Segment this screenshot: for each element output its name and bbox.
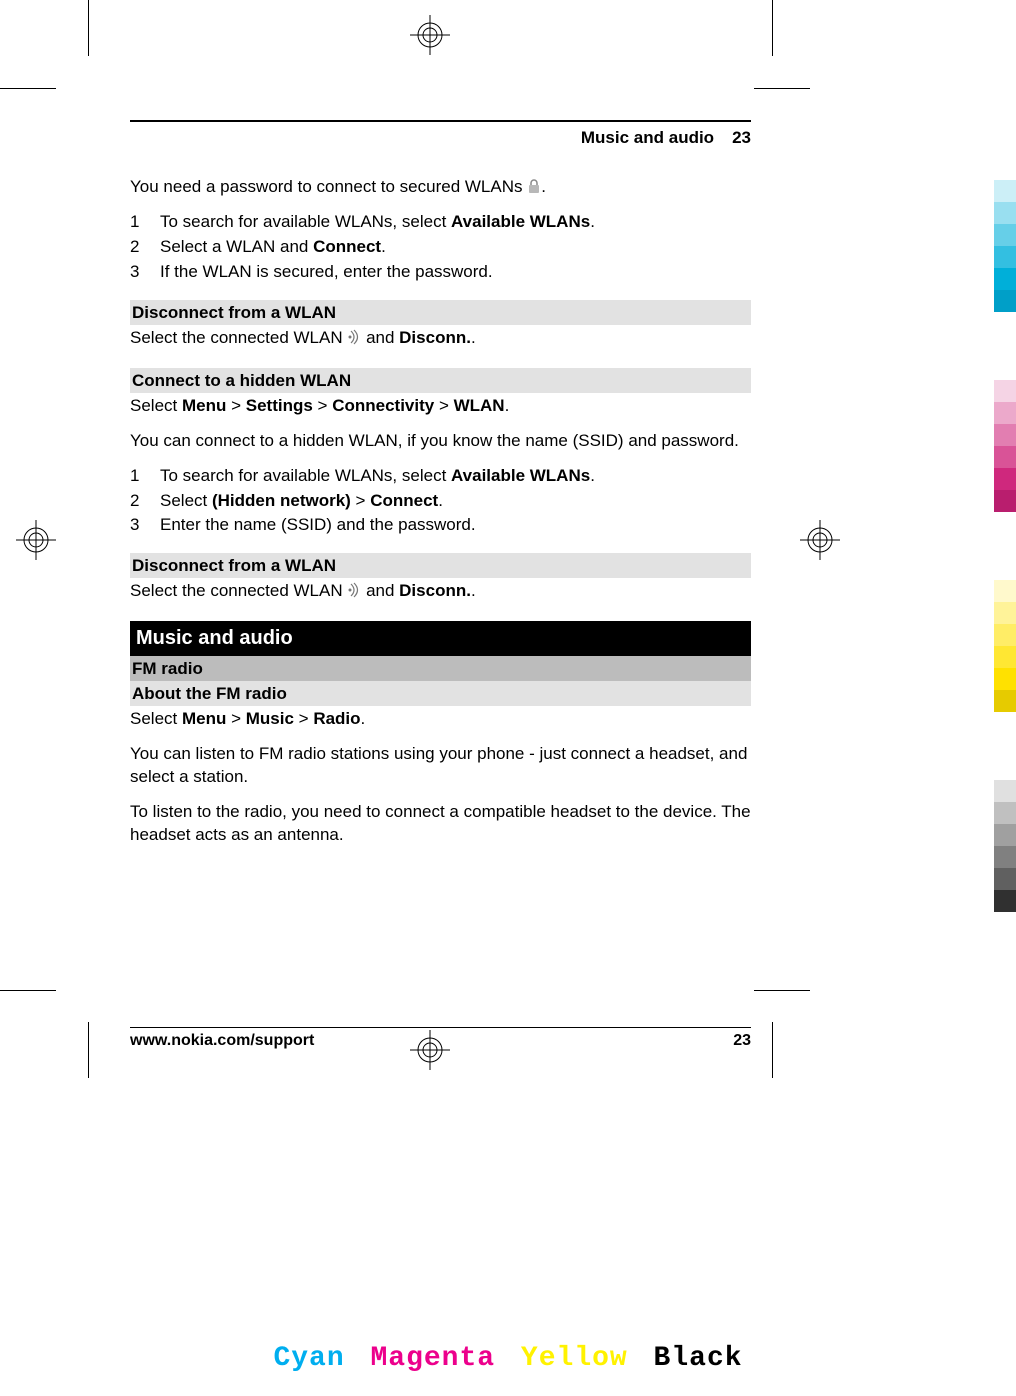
about-fm-heading: About the FM radio: [130, 681, 751, 706]
yellow-label: Yellow: [521, 1343, 628, 1374]
wlan-signal-icon: [347, 582, 361, 598]
crop-mark: [772, 1022, 773, 1078]
color-bar-yellow: [994, 580, 1016, 712]
secured-wlan-note: You need a password to connect to secure…: [130, 176, 751, 199]
footer-url: www.nokia.com/support: [130, 1032, 314, 1050]
crop-mark: [754, 88, 810, 89]
color-bar-gray: [994, 780, 1016, 912]
header-title: Music and audio: [581, 128, 714, 148]
registration-mark-icon: [800, 520, 840, 565]
hidden-wlan-block: Connect to a hidden WLAN Select Menu > S…: [130, 368, 751, 604]
fm-radio-heading: FM radio: [130, 656, 751, 681]
crop-mark: [0, 88, 56, 89]
hidden-wlan-heading: Connect to a hidden WLAN: [130, 368, 751, 393]
crop-mark: [0, 990, 56, 991]
fm-para2: To listen to the radio, you need to conn…: [130, 801, 751, 847]
magenta-label: Magenta: [370, 1343, 495, 1374]
fm-path: Select Menu > Music > Radio.: [130, 708, 751, 731]
color-bar-cyan: [994, 180, 1016, 312]
hidden-wlan-path: Select Menu > Settings > Connectivity > …: [130, 395, 751, 418]
page-content: Music and audio 23 You need a password t…: [130, 120, 751, 1050]
disconnect-heading: Disconnect from a WLAN: [130, 300, 751, 325]
fm-para1: You can listen to FM radio stations usin…: [130, 743, 751, 789]
disconnect-heading-2: Disconnect from a WLAN: [130, 553, 751, 578]
hidden-wlan-desc: You can connect to a hidden WLAN, if you…: [130, 430, 751, 453]
disconnect-block-1: Disconnect from a WLAN Select the connec…: [130, 300, 751, 350]
cyan-label: Cyan: [273, 1343, 344, 1374]
steps-hidden-wlan: 1To search for available WLANs, select A…: [130, 465, 751, 538]
section-title-bar: Music and audio: [130, 621, 751, 656]
crop-mark: [88, 0, 89, 56]
header-rule: [130, 120, 751, 122]
crop-mark: [772, 0, 773, 56]
black-label: Black: [654, 1343, 743, 1374]
process-color-labels: Cyan Magenta Yellow Black: [0, 1343, 1016, 1374]
registration-mark-icon: [410, 15, 450, 60]
running-header: Music and audio 23: [130, 128, 751, 148]
wlan-signal-icon: [347, 329, 361, 345]
page-footer: www.nokia.com/support 23: [130, 1027, 751, 1050]
color-bar-magenta: [994, 380, 1016, 512]
lock-icon: [527, 178, 541, 194]
header-page: 23: [732, 128, 751, 148]
steps-connect-wlan: 1To search for available WLANs, select A…: [130, 211, 751, 284]
registration-mark-icon: [16, 520, 56, 565]
crop-mark: [754, 990, 810, 991]
crop-mark: [88, 1022, 89, 1078]
footer-page: 23: [733, 1032, 751, 1050]
